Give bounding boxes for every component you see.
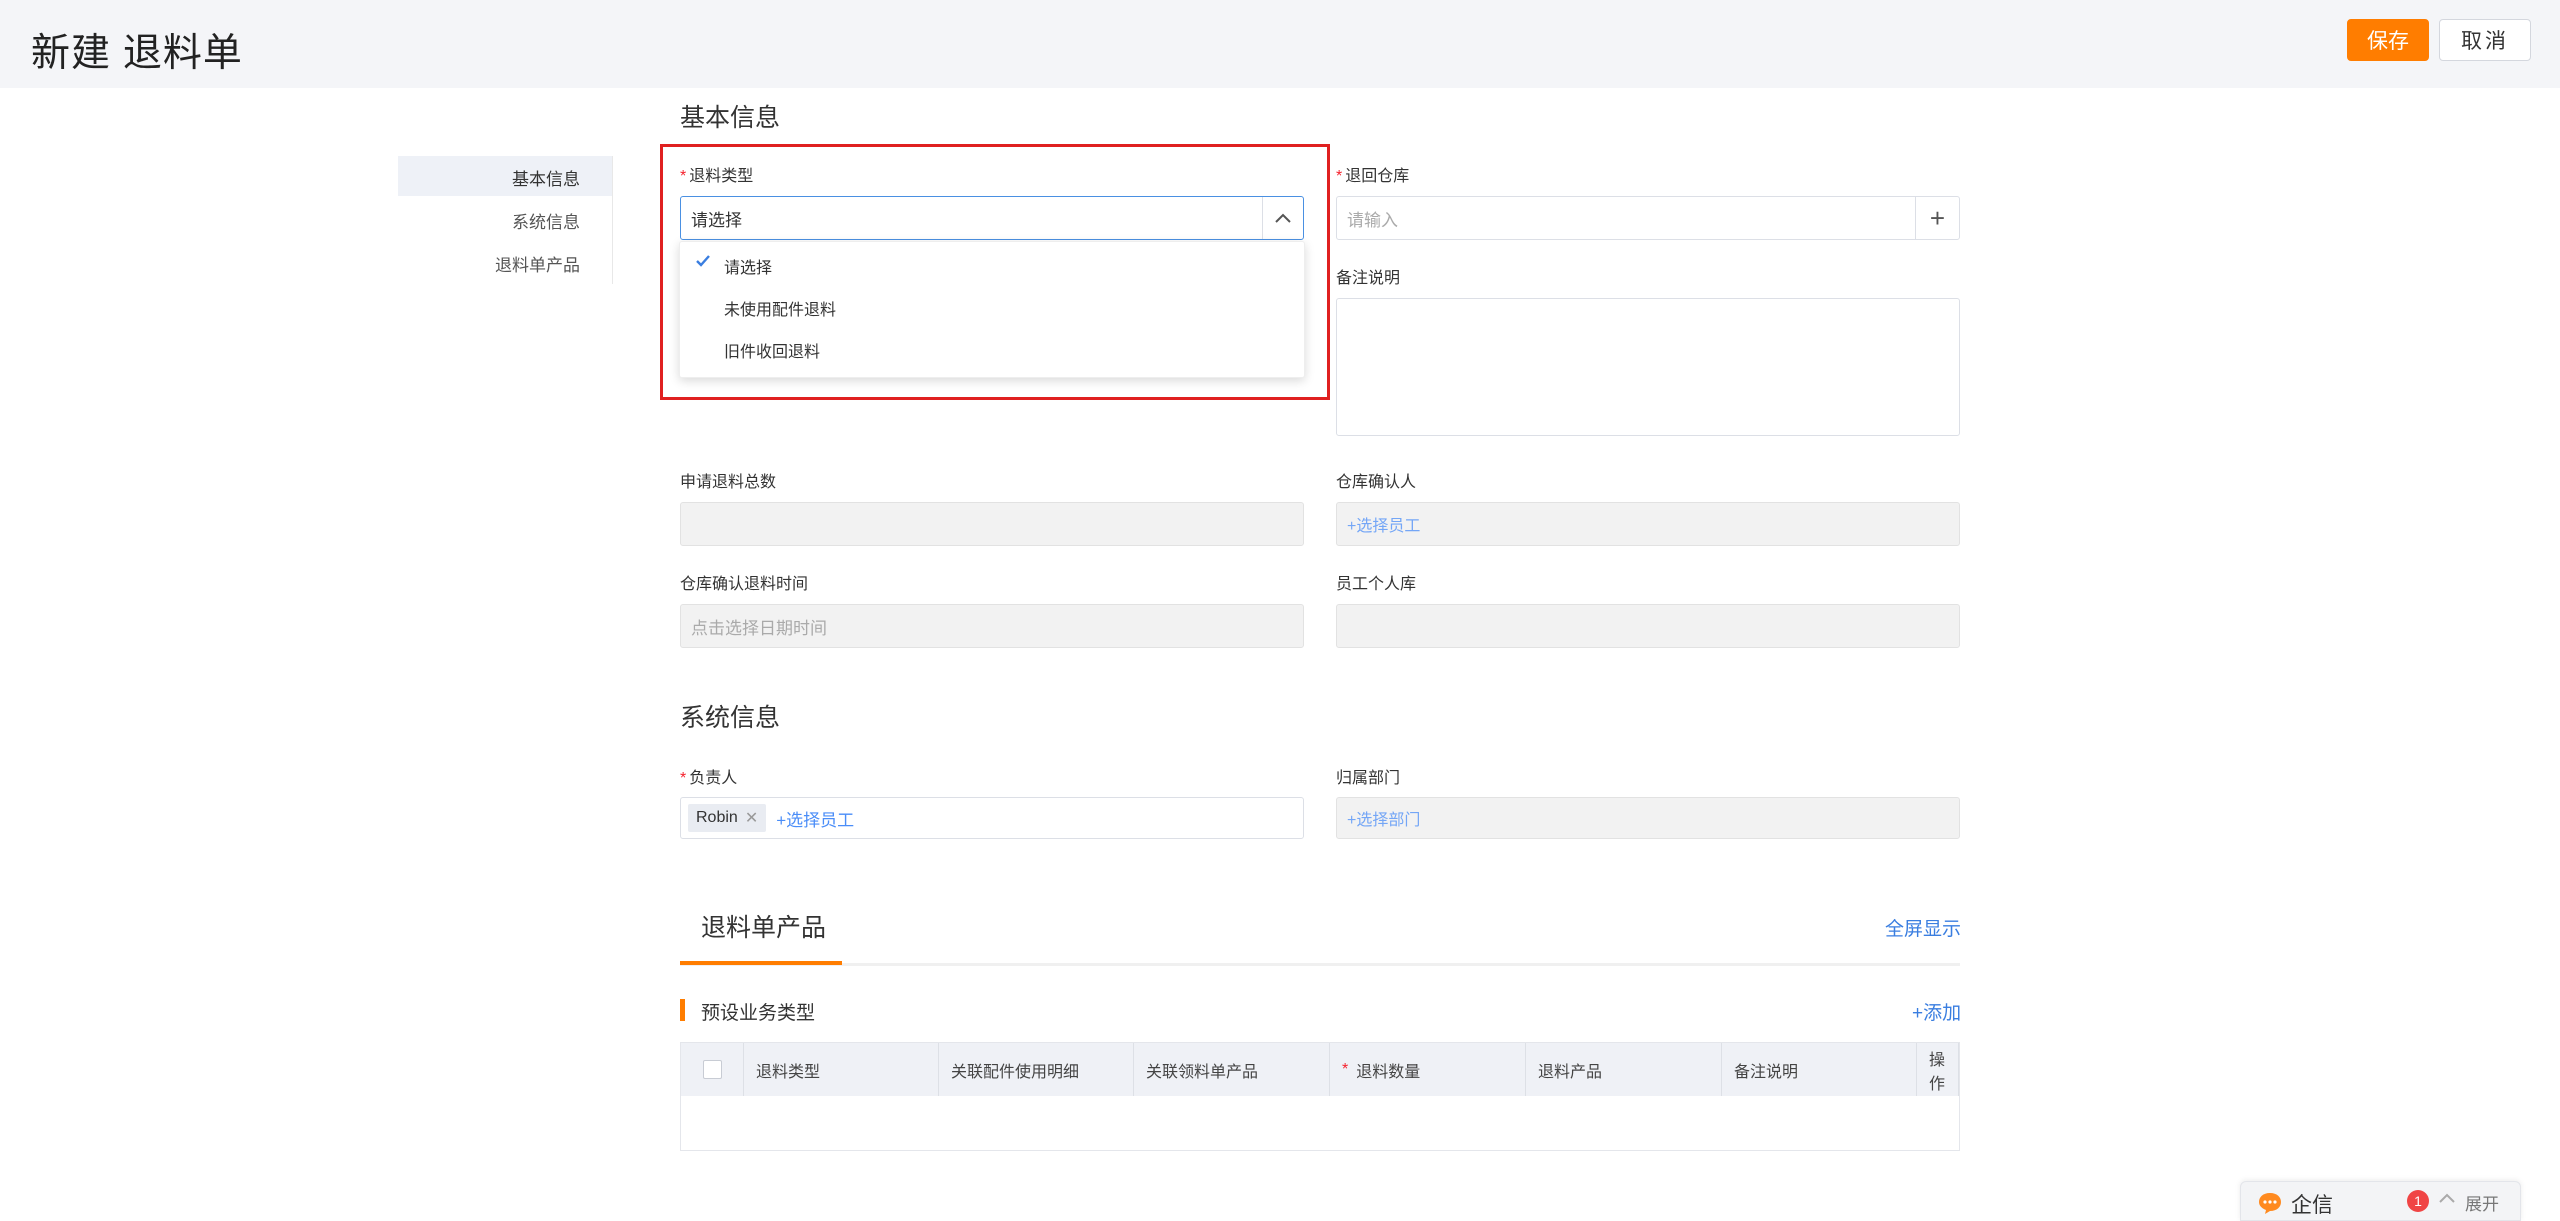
total-qty-label: 申请退料总数 bbox=[680, 474, 777, 491]
required-mark: * bbox=[1336, 168, 1343, 185]
total-qty-input bbox=[680, 502, 1304, 546]
department-label: 归属部门 bbox=[1336, 770, 1401, 787]
subsection-title: 预设业务类型 bbox=[701, 1003, 816, 1024]
section-nav: 基本信息 系统信息 退料单产品 bbox=[398, 156, 613, 284]
tab-products[interactable]: 退料单产品 bbox=[701, 908, 826, 944]
highlight-annotation-box bbox=[660, 144, 1330, 400]
tab-active-indicator bbox=[680, 961, 842, 965]
return-warehouse-label-text: 退回仓库 bbox=[1345, 168, 1410, 185]
save-button[interactable]: 保存 bbox=[2347, 19, 2429, 61]
personal-store-label: 员工个人库 bbox=[1336, 576, 1417, 593]
products-table: 退料类型 关联配件使用明细 关联领料单产品 * 退料数量 退料产品 备注说明 操作 bbox=[680, 1042, 1960, 1151]
chat-bubble-icon bbox=[2257, 1191, 2283, 1215]
confirm-time-placeholder: 点击选择日期时间 bbox=[691, 618, 827, 638]
column-header: 退料类型 bbox=[744, 1043, 939, 1096]
section-nav-item-basic-info[interactable]: 基本信息 bbox=[512, 165, 580, 190]
add-product-link[interactable]: +添加 bbox=[1912, 998, 1961, 1025]
page-title: 新建 退料单 bbox=[31, 32, 243, 75]
subsection-accent-bar bbox=[680, 999, 685, 1021]
owner-tag-label: Robin bbox=[696, 809, 738, 826]
chat-expand-button[interactable]: 展开 bbox=[2465, 1190, 2499, 1215]
owner-label-text: 负责人 bbox=[689, 770, 738, 787]
remark-textarea[interactable] bbox=[1336, 298, 1960, 436]
column-header: 操作 bbox=[1917, 1043, 1959, 1096]
owner-tag: Robin ✕ bbox=[688, 804, 767, 832]
department-placeholder: +选择部门 bbox=[1347, 812, 1421, 829]
chat-unread-badge: 1 bbox=[2407, 1190, 2429, 1212]
close-icon[interactable]: ✕ bbox=[745, 808, 758, 828]
department-field: +选择部门 bbox=[1336, 797, 1960, 839]
section-title-basic-info: 基本信息 bbox=[680, 104, 781, 132]
chevron-up-icon[interactable] bbox=[2438, 1191, 2456, 1210]
select-all-checkbox[interactable] bbox=[702, 1060, 722, 1079]
column-header-required: * 退料数量 bbox=[1330, 1043, 1526, 1096]
section-title-system-info: 系统信息 bbox=[680, 704, 781, 732]
plus-icon[interactable]: + bbox=[1915, 197, 1959, 239]
confirm-time-label: 仓库确认退料时间 bbox=[680, 576, 809, 593]
owner-field[interactable]: Robin ✕ +选择员工 bbox=[680, 797, 1304, 839]
required-mark: * bbox=[680, 770, 687, 787]
warehouse-confirmer-field: +选择员工 bbox=[1336, 502, 1960, 546]
table-header: 退料类型 关联配件使用明细 关联领料单产品 * 退料数量 退料产品 备注说明 操作 bbox=[681, 1043, 1959, 1096]
owner-label: * 负责人 bbox=[680, 764, 737, 788]
section-nav-item-system-info[interactable]: 系统信息 bbox=[512, 208, 580, 233]
select-all-cell bbox=[681, 1043, 744, 1096]
personal-store-input bbox=[1336, 604, 1960, 648]
remark-label: 备注说明 bbox=[1336, 270, 1401, 287]
confirm-time-input: 点击选择日期时间 bbox=[680, 604, 1304, 648]
return-warehouse-input[interactable]: 请输入 + bbox=[1336, 196, 1960, 240]
warehouse-confirmer-label: 仓库确认人 bbox=[1336, 474, 1417, 491]
warehouse-confirmer-placeholder: +选择员工 bbox=[1347, 518, 1421, 535]
return-warehouse-label: * 退回仓库 bbox=[1336, 162, 1409, 186]
column-header: 备注说明 bbox=[1722, 1043, 1917, 1096]
cancel-button[interactable]: 取消 bbox=[2439, 19, 2531, 61]
column-header: 关联领料单产品 bbox=[1134, 1043, 1330, 1096]
column-header-label: 退料数量 bbox=[1356, 1063, 1421, 1081]
fullscreen-link[interactable]: 全屏显示 bbox=[1885, 914, 1961, 941]
column-header: 关联配件使用明细 bbox=[939, 1043, 1134, 1096]
column-header: 退料产品 bbox=[1526, 1043, 1722, 1096]
return-warehouse-placeholder: 请输入 bbox=[1347, 210, 1398, 230]
required-mark: * bbox=[1342, 1060, 1349, 1078]
section-nav-item-products[interactable]: 退料单产品 bbox=[495, 251, 580, 276]
tab-divider bbox=[680, 963, 1960, 966]
owner-add-link[interactable]: +选择员工 bbox=[776, 806, 854, 831]
page-header: 新建 退料单 保存 取消 bbox=[0, 0, 2560, 88]
chat-label: 企信 bbox=[2291, 1194, 2333, 1217]
